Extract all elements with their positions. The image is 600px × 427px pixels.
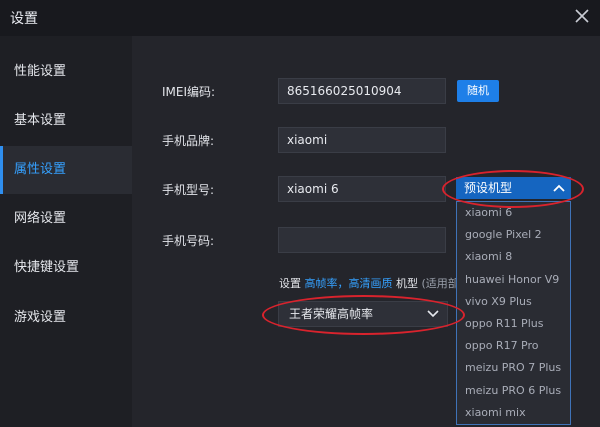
settings-panel: IMEI编码: 865166025010904 随机 手机品牌: xiaomi …	[132, 36, 600, 427]
sidebar-item-game[interactable]: 游戏设置	[0, 294, 132, 342]
preset-option[interactable]: google Pixel 2	[457, 224, 570, 246]
sidebar-item-basic[interactable]: 基本设置	[0, 97, 132, 145]
sidebar-item-network[interactable]: 网络设置	[0, 195, 132, 243]
game-preset-select[interactable]: 王者荣耀高帧率	[278, 301, 448, 327]
title-bar: 设置	[0, 0, 600, 36]
phone-field[interactable]	[278, 227, 446, 253]
window-title: 设置	[10, 11, 38, 27]
imei-field[interactable]: 865166025010904	[278, 78, 446, 104]
imei-label: IMEI编码:	[162, 85, 216, 99]
hd-quality-link[interactable]: 高清画质	[349, 277, 393, 290]
preset-option[interactable]: meizu PRO 7 Plus	[457, 357, 570, 379]
model-label: 手机型号:	[162, 183, 215, 197]
sidebar-item-properties[interactable]: 属性设置	[0, 146, 132, 194]
high-fps-link[interactable]: 高帧率	[305, 277, 338, 290]
preset-model-dropdown: xiaomi 6 google Pixel 2 xiaomi 8 huawei …	[456, 201, 571, 425]
brand-label: 手机品牌:	[162, 134, 215, 148]
chevron-up-icon	[553, 184, 565, 192]
phone-label: 手机号码:	[162, 234, 215, 248]
preset-option[interactable]: huawei Honor V9	[457, 269, 570, 291]
sidebar: 性能设置 基本设置 属性设置 网络设置 快捷键设置 游戏设置	[0, 36, 132, 427]
model-field[interactable]: xiaomi 6	[278, 176, 446, 202]
preset-model-select[interactable]: 预设机型	[456, 177, 571, 199]
preset-option[interactable]: xiaomi 6	[457, 202, 570, 224]
random-imei-button[interactable]: 随机	[457, 80, 499, 102]
preset-option[interactable]: oppo R11 Plus	[457, 313, 570, 335]
preset-option[interactable]: vivo X9 Plus	[457, 291, 570, 313]
sidebar-item-shortcuts[interactable]: 快捷键设置	[0, 244, 132, 292]
preset-option[interactable]: xiaomi mix	[457, 402, 570, 424]
preset-option[interactable]: meizu PRO 6 Plus	[457, 380, 570, 402]
preset-option[interactable]: oppo R17 Pro	[457, 335, 570, 357]
sidebar-item-performance[interactable]: 性能设置	[0, 48, 132, 96]
preset-note: 设置 高帧率，高清画质 机型 (适用部	[279, 277, 459, 290]
brand-field[interactable]: xiaomi	[278, 127, 446, 153]
chevron-down-icon	[427, 310, 439, 318]
close-icon[interactable]	[572, 6, 592, 26]
preset-option[interactable]: xiaomi 8	[457, 246, 570, 268]
